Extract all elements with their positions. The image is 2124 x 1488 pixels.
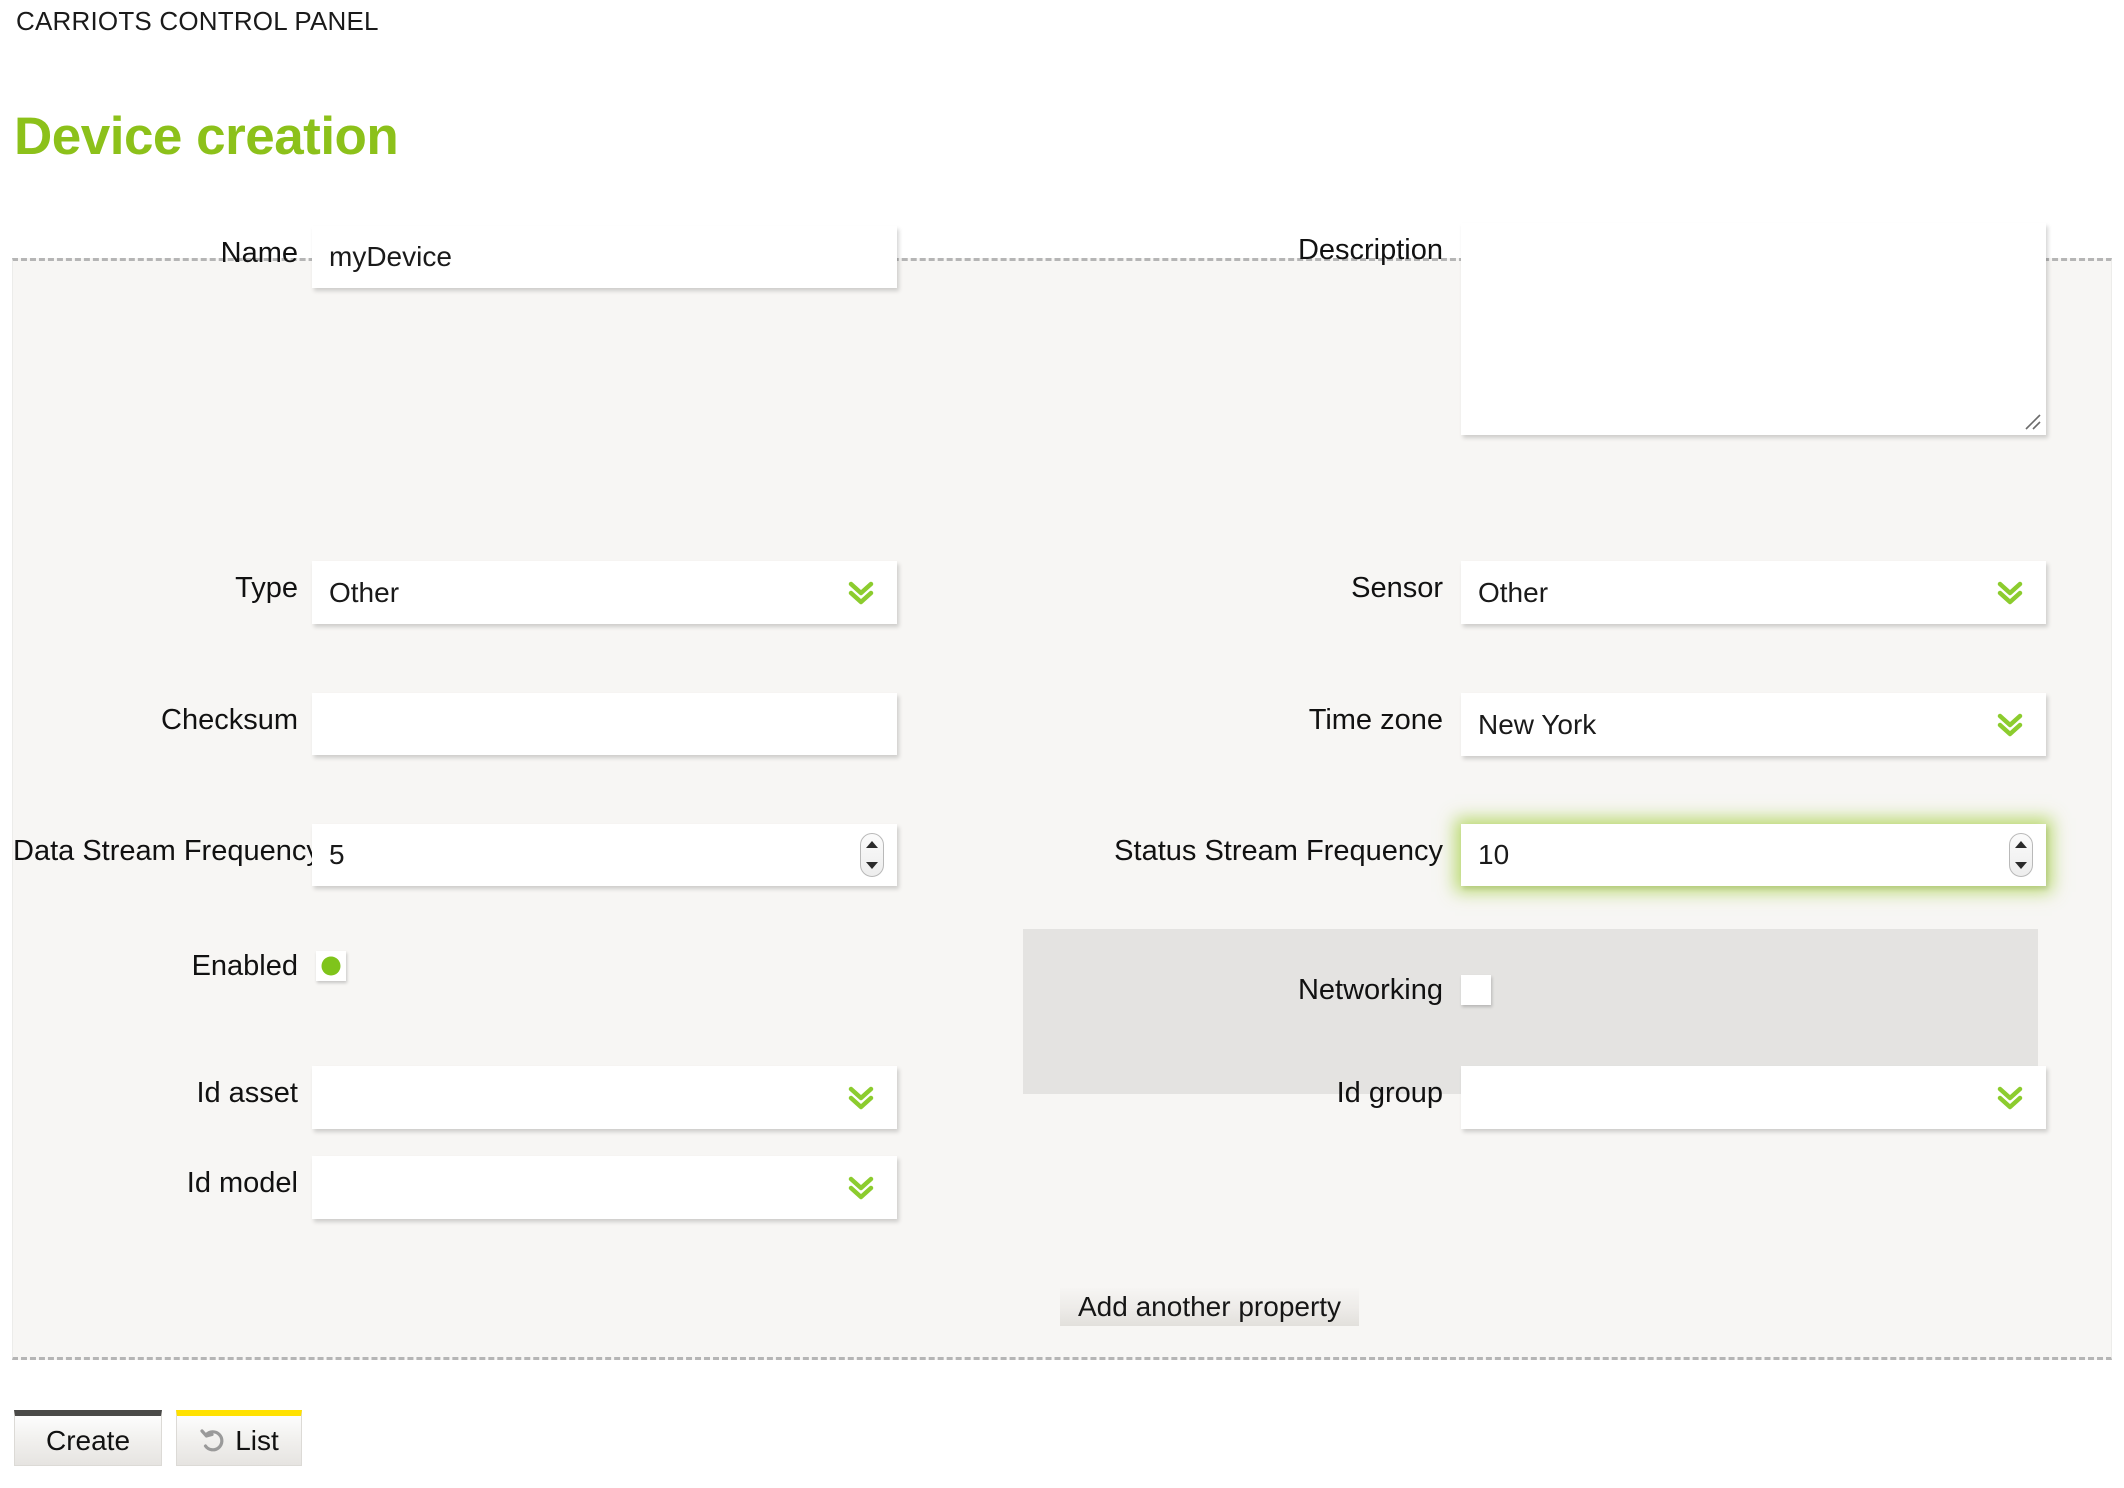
sensor-select[interactable]: Other [1461, 561, 2046, 624]
checksum-label: Checksum [13, 693, 298, 737]
create-button-label: Create [46, 1425, 130, 1457]
add-another-property-button[interactable]: Add another property [1060, 1288, 1359, 1326]
name-label: Name [13, 226, 298, 270]
field-row-networking: Networking [1023, 973, 2038, 1007]
action-bar: Create List [14, 1410, 302, 1466]
list-button[interactable]: List [176, 1410, 302, 1466]
field-row-status-stream-frequency: Status Stream Frequency 10 [1023, 824, 2113, 886]
time-zone-label: Time zone [1023, 693, 1443, 737]
id-group-label: Id group [1023, 1066, 1443, 1110]
breadcrumb: CARRIOTS CONTROL PANEL [16, 6, 379, 37]
device-form-panel: Name myDevice Type Other [12, 258, 2112, 1360]
name-input[interactable]: myDevice [312, 226, 897, 288]
form-right-column: Description Sensor Other [1023, 261, 2113, 1357]
resize-grip-icon[interactable] [2022, 411, 2042, 431]
status-stream-frequency-stepper[interactable] [2009, 833, 2033, 877]
networking-checkbox[interactable] [1461, 975, 1491, 1005]
undo-icon [199, 1427, 227, 1455]
device-creation-page: CARRIOTS CONTROL PANEL Device creation N… [0, 0, 2124, 1488]
data-stream-frequency-stepper[interactable] [860, 833, 884, 877]
description-textarea[interactable] [1461, 223, 2046, 435]
sensor-select-value: Other [1478, 577, 1548, 609]
chevron-down-icon [1997, 579, 2023, 607]
id-asset-label: Id asset [13, 1066, 298, 1110]
data-stream-frequency-label: Data Stream Frequency [13, 824, 298, 868]
name-input-value: myDevice [329, 241, 452, 273]
sensor-label: Sensor [1023, 561, 1443, 605]
status-stream-frequency-value: 10 [1478, 839, 1509, 871]
field-row-id-asset: Id asset [13, 1066, 1023, 1129]
field-row-type: Type Other [13, 561, 1023, 624]
create-button[interactable]: Create [14, 1410, 162, 1466]
enabled-indicator-dot [322, 957, 341, 976]
chevron-down-icon [1997, 711, 2023, 739]
stepper-down-icon[interactable] [2015, 862, 2027, 869]
field-row-name: Name myDevice [13, 226, 1023, 288]
stepper-down-icon[interactable] [866, 862, 878, 869]
enabled-label: Enabled [13, 949, 298, 983]
list-button-label: List [235, 1425, 279, 1457]
type-select-value: Other [329, 577, 399, 609]
status-stream-frequency-input[interactable]: 10 [1461, 824, 2046, 886]
field-row-enabled: Enabled [13, 949, 1023, 983]
stepper-up-icon[interactable] [866, 841, 878, 848]
chevron-down-icon [848, 1174, 874, 1202]
field-row-data-stream-frequency: Data Stream Frequency 5 [13, 824, 1023, 886]
networking-label: Networking [1023, 973, 1443, 1007]
field-row-id-group: Id group [1023, 1066, 2113, 1129]
chevron-down-icon [848, 1084, 874, 1112]
description-label: Description [1023, 223, 1443, 267]
type-label: Type [13, 561, 298, 605]
data-stream-frequency-value: 5 [329, 839, 345, 871]
enabled-checkbox[interactable] [316, 951, 346, 981]
field-row-description: Description [1023, 223, 2113, 435]
type-select[interactable]: Other [312, 561, 897, 624]
form-left-column: Name myDevice Type Other [13, 261, 1023, 1357]
checksum-input[interactable] [312, 693, 897, 755]
status-stream-frequency-label: Status Stream Frequency [1023, 824, 1443, 868]
chevron-down-icon [848, 579, 874, 607]
time-zone-select[interactable]: New York [1461, 693, 2046, 756]
id-asset-select[interactable] [312, 1066, 897, 1129]
id-group-select[interactable] [1461, 1066, 2046, 1129]
id-model-select[interactable] [312, 1156, 897, 1219]
page-title: Device creation [14, 106, 398, 167]
stepper-up-icon[interactable] [2015, 841, 2027, 848]
field-row-id-model: Id model [13, 1156, 1023, 1219]
field-row-time-zone: Time zone New York [1023, 693, 2113, 756]
field-row-checksum: Checksum [13, 693, 1023, 755]
id-model-label: Id model [13, 1156, 298, 1200]
field-row-sensor: Sensor Other [1023, 561, 2113, 624]
data-stream-frequency-input[interactable]: 5 [312, 824, 897, 886]
time-zone-select-value: New York [1478, 709, 1596, 741]
chevron-down-icon [1997, 1084, 2023, 1112]
